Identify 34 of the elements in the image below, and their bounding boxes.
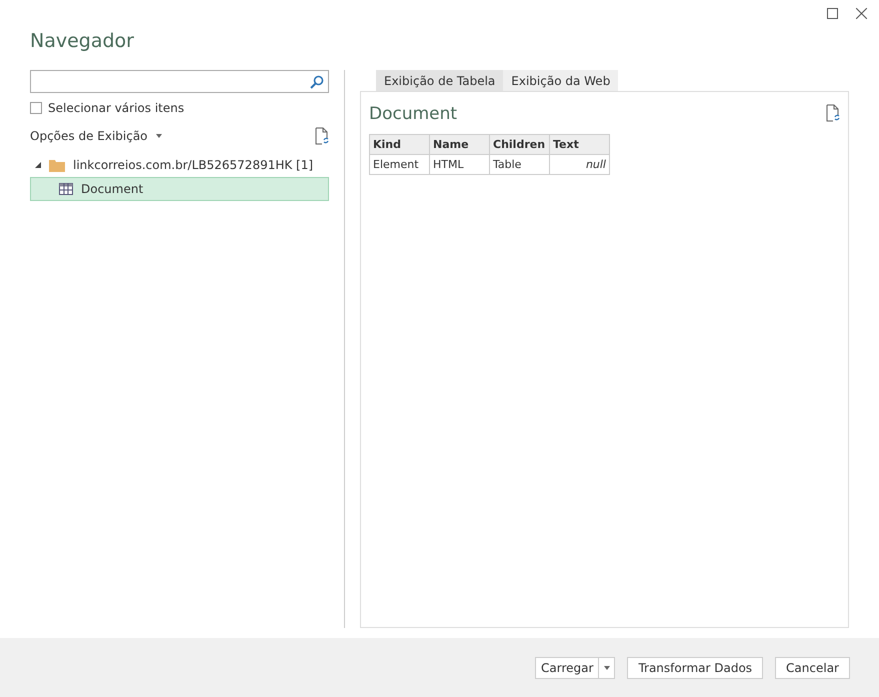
column-header: Children [490, 134, 550, 154]
checkbox[interactable] [30, 102, 42, 114]
close-icon[interactable] [856, 8, 867, 18]
column-header: Kind [370, 134, 430, 154]
checkbox-label: Selecionar vários itens [48, 101, 184, 115]
load-split-button[interactable]: Carregar [535, 656, 616, 678]
tab[interactable]: Exibição da Web [503, 70, 618, 91]
column-header: Text [550, 134, 610, 154]
folder-icon [49, 158, 65, 172]
refresh-document-icon[interactable] [826, 104, 840, 122]
tree-item-label: Document [81, 182, 144, 196]
tree-item[interactable]: Document [30, 177, 329, 201]
preview-title: Document [369, 104, 458, 124]
tree-item[interactable]: linkcorreios.com.br/LB526572891HK [1] [30, 153, 329, 177]
caret-icon [156, 134, 162, 138]
dialog-button[interactable]: Cancelar [775, 656, 850, 678]
display-options-dropdown[interactable]: Opções de Exibição [30, 129, 162, 143]
caret-icon [604, 666, 610, 670]
tab[interactable]: Exibição de Tabela [376, 70, 504, 91]
expand-triangle-icon[interactable] [35, 162, 41, 168]
table-icon [59, 183, 73, 195]
search-icon[interactable] [310, 74, 324, 88]
refresh-document-icon[interactable] [315, 127, 329, 145]
maximize-icon[interactable] [827, 8, 838, 18]
table-cell: null [550, 154, 610, 174]
dialog-button[interactable]: Transformar Dados [627, 656, 764, 678]
search-field[interactable] [30, 70, 329, 93]
window-title: Navegador [29, 29, 135, 54]
table-cell: Element [370, 154, 430, 174]
table-cell: Table [490, 154, 550, 174]
table-cell: HTML [430, 154, 490, 174]
load-button[interactable]: Carregar [536, 658, 598, 678]
tree-item-label: linkcorreios.com.br/LB526572891HK [1] [73, 158, 314, 172]
column-header: Name [430, 134, 490, 154]
